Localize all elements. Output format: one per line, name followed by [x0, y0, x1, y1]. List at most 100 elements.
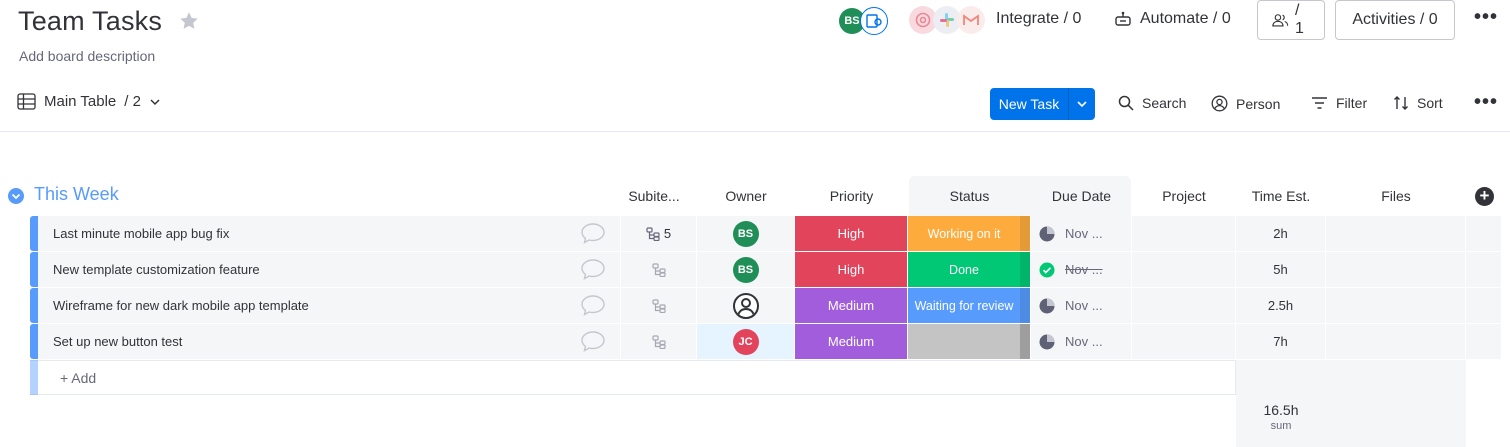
status-cell[interactable]: Done	[908, 252, 1031, 287]
project-cell[interactable]	[1132, 324, 1236, 359]
column-header-files[interactable]: Files	[1326, 188, 1466, 204]
person-filter-button[interactable]: Person	[1211, 95, 1280, 112]
due-progress-icon	[1039, 334, 1055, 349]
person-icon	[1211, 95, 1228, 112]
board-title[interactable]: Team Tasks	[18, 6, 162, 37]
status-cell[interactable]	[908, 324, 1031, 359]
owner-avatar[interactable]: JC	[732, 328, 759, 355]
item-name-cell[interactable]: Wireframe for new dark mobile app templa…	[38, 288, 621, 323]
filter-button[interactable]: Filter	[1311, 95, 1367, 111]
conversation-icon[interactable]	[580, 294, 606, 316]
time-est-cell[interactable]: 2h	[1236, 216, 1326, 251]
files-cell[interactable]	[1326, 216, 1466, 251]
activities-button[interactable]: Activities / 0	[1335, 0, 1455, 40]
group-title[interactable]: This Week	[34, 184, 119, 205]
invite-members-button[interactable]: / 1	[1257, 0, 1325, 40]
status-cell[interactable]: Working on it	[908, 216, 1031, 251]
table-row[interactable]: New template customization feature BS High…	[30, 252, 1502, 287]
owner-cell[interactable]: JC	[697, 324, 795, 359]
priority-cell[interactable]: High	[795, 216, 908, 251]
item-name-cell[interactable]: New template customization feature	[38, 252, 621, 287]
files-cell[interactable]	[1326, 324, 1466, 359]
table-row[interactable]: Wireframe for new dark mobile app templa…	[30, 288, 1502, 323]
status-fold	[1020, 252, 1030, 287]
subitems-icon	[651, 298, 666, 313]
owner-avatar[interactable]: BS	[732, 220, 759, 247]
column-header-due-date[interactable]: Due Date	[1031, 188, 1132, 204]
row-color-bar	[30, 252, 38, 287]
item-name[interactable]: Last minute mobile app bug fix	[53, 226, 229, 241]
conversation-icon[interactable]	[580, 330, 606, 352]
toolbar-more-icon[interactable]: •••	[1474, 91, 1498, 114]
add-column-icon[interactable]: +	[1475, 187, 1494, 206]
item-name[interactable]: New template customization feature	[53, 262, 260, 277]
table-row[interactable]: Last minute mobile app bug fix 5 BS High Wor…	[30, 216, 1502, 251]
time-est-cell[interactable]: 2.5h	[1236, 288, 1326, 323]
add-item-input[interactable]: + Add	[60, 370, 96, 386]
column-header-owner[interactable]: Owner	[697, 188, 795, 204]
status-fold	[1020, 288, 1030, 323]
owner-avatar[interactable]	[732, 292, 759, 319]
due-date-cell[interactable]: Nov ...	[1031, 216, 1132, 251]
subitems-cell[interactable]	[621, 252, 697, 287]
owner-cell[interactable]	[697, 288, 795, 323]
subitems-cell[interactable]	[621, 324, 697, 359]
integrations-logos[interactable]	[909, 6, 989, 34]
favorite-star-icon[interactable]	[178, 10, 200, 32]
owner-avatar[interactable]: BS	[732, 256, 759, 283]
column-header-status[interactable]: Status	[908, 188, 1031, 204]
filter-label: Filter	[1336, 95, 1368, 111]
owner-initials: BS	[737, 227, 754, 240]
status-cell[interactable]: Waiting for review	[908, 288, 1031, 323]
conversation-icon[interactable]	[580, 222, 606, 244]
new-task-dropdown-icon[interactable]	[1068, 88, 1095, 120]
priority-cell[interactable]: Medium	[795, 324, 908, 359]
board-owner-icon[interactable]	[860, 7, 888, 35]
priority-cell[interactable]: Medium	[795, 288, 908, 323]
due-date-cell[interactable]: Nov ...	[1031, 324, 1132, 359]
column-header-subitems[interactable]: Subite...	[621, 188, 687, 204]
item-name[interactable]: Wireframe for new dark mobile app templa…	[53, 298, 309, 313]
project-cell[interactable]	[1132, 252, 1236, 287]
table-row[interactable]: Set up new button test JC Medium Nov ... 7h	[30, 324, 1502, 359]
item-name-cell[interactable]: Last minute mobile app bug fix	[38, 216, 621, 251]
invite-count: / 1	[1294, 2, 1304, 37]
subitems-cell[interactable]: 5	[621, 216, 697, 251]
time-est-cell[interactable]: 7h	[1236, 324, 1326, 359]
column-header-project[interactable]: Project	[1132, 188, 1236, 204]
subitems-cell[interactable]	[621, 288, 697, 323]
status-label: Done	[949, 262, 979, 277]
item-name[interactable]: Set up new button test	[53, 334, 182, 349]
files-cell[interactable]	[1326, 288, 1466, 323]
add-item-row[interactable]	[30, 360, 1236, 395]
sort-label: Sort	[1417, 95, 1443, 111]
board-description[interactable]: Add board description	[19, 48, 155, 64]
project-cell[interactable]	[1132, 288, 1236, 323]
integrate-button[interactable]: Integrate / 0	[996, 10, 1081, 28]
time-est-cell[interactable]: 5h	[1236, 252, 1326, 287]
subitems-count: 5	[663, 226, 672, 241]
due-date-cell[interactable]: Nov ...	[1031, 288, 1132, 323]
conversation-icon[interactable]	[580, 258, 606, 280]
project-cell[interactable]	[1132, 216, 1236, 251]
automate-label: Automate / 0	[1140, 10, 1231, 27]
check-circle-icon	[1039, 262, 1055, 277]
time-sum-value: 16.5h	[1263, 402, 1299, 418]
board-menu-more-icon[interactable]: •••	[1474, 6, 1498, 29]
subitems-icon	[646, 226, 660, 241]
item-name-cell[interactable]: Set up new button test	[38, 324, 621, 359]
owner-cell[interactable]: BS	[697, 252, 795, 287]
sort-button[interactable]: Sort	[1393, 95, 1443, 111]
owner-cell[interactable]: BS	[697, 216, 795, 251]
new-task-button[interactable]: New Task	[990, 88, 1095, 120]
priority-cell[interactable]: High	[795, 252, 908, 287]
view-selector[interactable]: Main Table / 2	[17, 93, 161, 110]
column-header-time-est[interactable]: Time Est.	[1236, 188, 1326, 204]
column-header-priority[interactable]: Priority	[795, 188, 908, 204]
due-date-cell[interactable]: Nov ...	[1031, 252, 1132, 287]
time-est-value: 7h	[1273, 334, 1288, 349]
automate-button[interactable]: Automate / 0	[1114, 10, 1231, 28]
files-cell[interactable]	[1326, 252, 1466, 287]
search-button[interactable]: Search	[1118, 95, 1186, 111]
group-collapse-icon[interactable]	[8, 188, 24, 204]
